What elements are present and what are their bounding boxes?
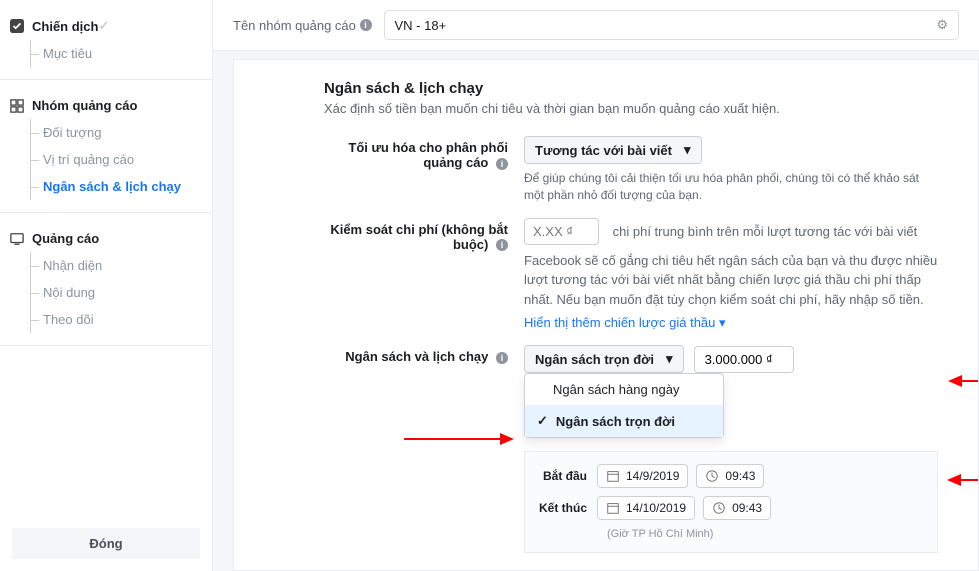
grid-icon: [10, 99, 24, 113]
caret-down-icon: ▾: [684, 142, 691, 158]
annotation-arrow-icon: [948, 371, 979, 391]
topbar: Tên nhóm quảng cáo i VN - 18+ ⚙: [213, 0, 979, 51]
section-title: Ngân sách & lịch chạy: [324, 80, 938, 97]
sidebar-item-identity[interactable]: Nhận diện: [31, 252, 202, 279]
budget-type-menu: Ngân sách hàng ngày Ngân sách trọn đời: [524, 373, 724, 438]
optimize-label: Tối ưu hóa cho phân phối quảng cáo i: [324, 136, 524, 204]
section-subtitle: Xác định số tiền bạn muốn chi tiêu và th…: [324, 101, 938, 116]
cost-after: chi phí trung bình trên mỗi lượt tương t…: [613, 224, 918, 239]
clock-icon: [712, 501, 726, 515]
budget-amount-input[interactable]: [694, 346, 794, 373]
close-button[interactable]: Đóng: [12, 528, 200, 559]
annotation-arrow-icon: [404, 429, 514, 449]
show-more-bid-link[interactable]: Hiển thị thêm chiến lược giá thầu ▾: [524, 315, 726, 330]
caret-down-icon: ▾: [666, 351, 673, 367]
cost-desc: Facebook sẽ cố gắng chi tiêu hết ngân sá…: [524, 251, 938, 310]
nav-ad-header[interactable]: Quảng cáo: [10, 225, 202, 252]
sidebar-item-content[interactable]: Nội dung: [31, 279, 202, 306]
nav-adset-header[interactable]: Nhóm quảng cáo: [10, 92, 202, 119]
nav-ad-title: Quảng cáo: [32, 231, 99, 246]
cost-input[interactable]: [524, 218, 599, 245]
sidebar-item-placement[interactable]: Vị trí quảng cáo: [31, 146, 202, 173]
start-label: Bắt đầu: [537, 469, 597, 483]
content-panel: Ngân sách & lịch chạy Xác định số tiền b…: [233, 59, 979, 571]
budget-type-dropdown[interactable]: Ngân sách trọn đời ▾: [524, 345, 684, 373]
end-date-input[interactable]: 14/10/2019: [597, 496, 695, 520]
adset-name-label: Tên nhóm quảng cáo i: [233, 18, 372, 33]
gear-icon[interactable]: ⚙: [936, 17, 948, 33]
adset-name-input[interactable]: VN - 18+ ⚙: [384, 10, 960, 40]
annotation-arrow-icon: [947, 470, 979, 490]
optimize-value: Tương tác với bài viết: [535, 143, 672, 158]
budget-option-lifetime[interactable]: Ngân sách trọn đời: [525, 405, 723, 437]
calendar-icon: [606, 501, 620, 515]
optimize-dropdown[interactable]: Tương tác với bài viết ▾: [524, 136, 702, 164]
sidebar-item-tracking[interactable]: Theo dõi: [31, 306, 202, 333]
start-time-input[interactable]: 09:43: [696, 464, 764, 488]
optimize-helper: Để giúp chúng tôi cải thiện tối ưu hóa p…: [524, 170, 938, 204]
start-date-input[interactable]: 14/9/2019: [597, 464, 688, 488]
nav-campaign-title: Chiến dịch: [32, 19, 98, 34]
info-icon[interactable]: i: [496, 352, 508, 364]
nav-campaign-header[interactable]: Chiến dịch ✓: [10, 12, 202, 40]
summary: Quảng cáo của bạn sẽ chạy đến ngày Thứ H…: [524, 567, 938, 571]
sidebar-item-audience[interactable]: Đối tượng: [31, 119, 202, 146]
info-icon[interactable]: i: [496, 158, 508, 170]
clock-icon: [705, 469, 719, 483]
nav-adset-title: Nhóm quảng cáo: [32, 98, 137, 113]
monitor-icon: [10, 232, 24, 246]
budget-type-value: Ngân sách trọn đời: [535, 352, 654, 367]
sidebar: Chiến dịch ✓ Mục tiêu Nhóm quảng cáo Đối…: [0, 0, 213, 571]
main: Tên nhóm quảng cáo i VN - 18+ ⚙ Ngân sác…: [213, 0, 979, 571]
budget-label: Ngân sách và lịch chạy i: [324, 345, 524, 571]
budget-option-daily[interactable]: Ngân sách hàng ngày: [525, 374, 723, 405]
end-label: Kết thúc: [537, 501, 597, 515]
info-icon[interactable]: i: [360, 19, 372, 31]
sidebar-item-budget[interactable]: Ngân sách & lịch chạy: [31, 173, 202, 200]
sidebar-item-goal[interactable]: Mục tiêu: [31, 40, 202, 67]
adset-name-value: VN - 18+: [395, 18, 447, 33]
timezone-label: (Giờ TP Hồ Chí Minh): [607, 528, 925, 540]
info-icon[interactable]: i: [496, 239, 508, 251]
end-time-input[interactable]: 09:43: [703, 496, 771, 520]
schedule-box: Bắt đầu 14/9/2019 09:43 Kết thúc: [524, 451, 938, 553]
checkbox-checked-icon: [10, 19, 24, 33]
cost-label: Kiểm soát chi phí (không bắt buộc) i: [324, 218, 524, 332]
check-icon: ✓: [98, 18, 109, 34]
calendar-icon: [606, 469, 620, 483]
